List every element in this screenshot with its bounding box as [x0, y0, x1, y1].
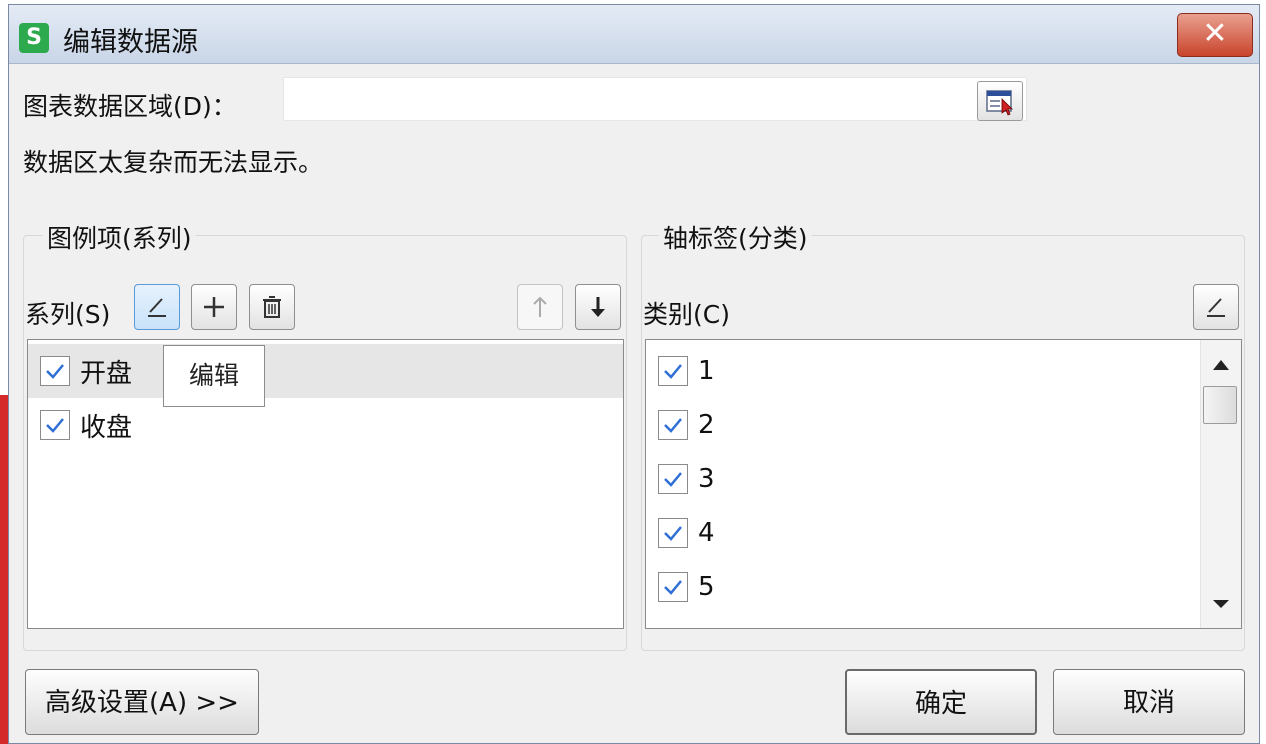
category-checkbox[interactable]: [658, 356, 688, 386]
list-item[interactable]: 开盘: [28, 344, 623, 398]
edit-tooltip: 编辑: [163, 345, 265, 407]
category-list[interactable]: 1 2 3 4 5: [645, 339, 1242, 629]
scroll-up-arrow-icon[interactable]: [1213, 360, 1229, 370]
checkmark-icon: [664, 364, 682, 379]
category-value: 1: [698, 356, 715, 386]
series-list[interactable]: 开盘 收盘: [27, 339, 624, 629]
edit-series-button[interactable]: [134, 284, 180, 330]
list-item[interactable]: 5: [646, 560, 1241, 614]
scroll-down-arrow-icon[interactable]: [1213, 600, 1229, 608]
list-item[interactable]: 2: [646, 398, 1241, 452]
close-icon: ✕: [1202, 16, 1228, 51]
cancel-button[interactable]: 取消: [1053, 669, 1245, 735]
category-list-scrollbar[interactable]: [1200, 340, 1241, 628]
list-item[interactable]: 1: [646, 344, 1241, 398]
series-name: 收盘: [80, 412, 133, 443]
edit-category-button[interactable]: [1193, 284, 1239, 330]
checkmark-icon: [664, 472, 682, 487]
axis-labels-group-title: 轴标签(分类): [659, 219, 812, 255]
category-value: 4: [698, 518, 715, 548]
edit-data-source-dialog: S 编辑数据源 ✕ 图表数据区域(D)： 数据区太复杂而无法显示。 图例项(系列…: [8, 4, 1260, 744]
pencil-icon: [1207, 298, 1225, 317]
series-checkbox[interactable]: [40, 356, 70, 386]
category-value: 5: [698, 572, 715, 602]
checkmark-icon: [664, 526, 682, 541]
chart-data-range-label: 图表数据区域(D)：: [23, 92, 237, 121]
move-series-up-button[interactable]: [517, 284, 563, 330]
add-series-button[interactable]: [191, 284, 237, 330]
dialog-title: 编辑数据源: [63, 27, 198, 58]
spreadsheet-app-icon: S: [19, 23, 49, 53]
category-checkbox[interactable]: [658, 518, 688, 548]
arrow-down-icon: [591, 297, 605, 317]
background-window-edge: [0, 395, 8, 744]
list-item[interactable]: 4: [646, 506, 1241, 560]
series-name: 开盘: [80, 358, 133, 389]
move-series-down-button[interactable]: [575, 284, 621, 330]
title-bar[interactable]: S 编辑数据源 ✕: [9, 5, 1259, 64]
list-item[interactable]: 收盘: [28, 398, 623, 452]
series-list-label: 系列(S): [25, 300, 111, 329]
trash-icon: [263, 296, 281, 318]
advanced-settings-button[interactable]: 高级设置(A) >>: [25, 669, 259, 735]
delete-series-button[interactable]: [249, 284, 295, 330]
checkmark-icon: [664, 418, 682, 433]
pencil-icon: [148, 298, 166, 317]
category-checkbox[interactable]: [658, 464, 688, 494]
range-picker-button[interactable]: [977, 81, 1023, 121]
list-item[interactable]: 3: [646, 452, 1241, 506]
category-value: 3: [698, 464, 715, 494]
ok-button[interactable]: 确定: [845, 669, 1037, 735]
scroll-thumb[interactable]: [1203, 386, 1237, 424]
series-checkbox[interactable]: [40, 410, 70, 440]
chart-data-range-input[interactable]: [283, 77, 1027, 121]
checkmark-icon: [46, 364, 64, 379]
checkmark-icon: [664, 580, 682, 595]
plus-icon: [204, 297, 224, 317]
legend-series-group-title: 图例项(系列): [43, 219, 196, 255]
category-checkbox[interactable]: [658, 572, 688, 602]
arrow-up-icon: [533, 296, 547, 317]
close-button[interactable]: ✕: [1177, 13, 1253, 57]
range-select-icon: [986, 90, 1013, 116]
category-value: 2: [698, 410, 715, 440]
category-list-label: 类别(C): [643, 300, 730, 329]
list-item[interactable]: [646, 620, 1241, 628]
category-checkbox[interactable]: [658, 410, 688, 440]
checkmark-icon: [46, 418, 64, 433]
range-status-message: 数据区太复杂而无法显示。: [23, 148, 324, 177]
